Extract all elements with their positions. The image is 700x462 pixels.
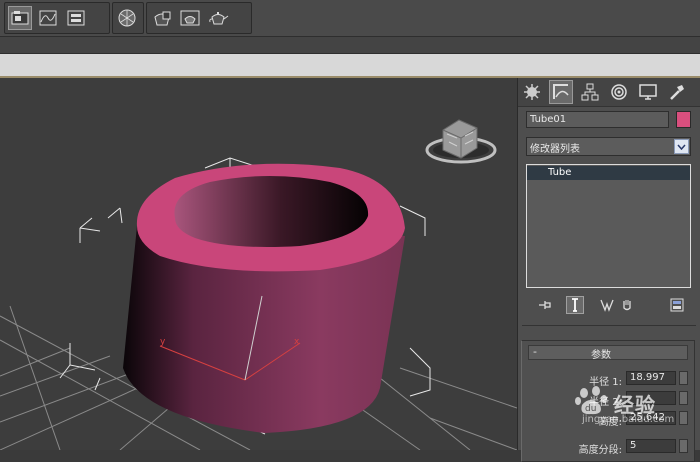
- baidu-watermark: du 经验 jingyan.baidu.com: [572, 383, 698, 427]
- stack-item-tube[interactable]: Tube: [527, 166, 690, 180]
- toolbar-group-3: [146, 2, 252, 34]
- stack-toolbar: [526, 294, 691, 316]
- tube-inner-wall: [174, 176, 369, 247]
- modifier-list-dropdown[interactable]: 修改器列表: [526, 137, 691, 156]
- height-segments-spinner[interactable]: [679, 439, 688, 453]
- modify-tab-icon[interactable]: [549, 80, 573, 104]
- remove-modifier-icon[interactable]: [618, 296, 636, 314]
- make-unique-icon[interactable]: [598, 296, 616, 314]
- render-setup-icon[interactable]: [150, 6, 174, 30]
- explorer-icon[interactable]: [8, 6, 32, 30]
- material-editor-icon[interactable]: [115, 6, 139, 30]
- gizmo-x-label: x: [294, 337, 300, 347]
- chevron-down-icon[interactable]: [674, 139, 689, 154]
- watermark-url: jingyan.baidu.com: [582, 414, 675, 425]
- modifier-stack[interactable]: Tube: [526, 164, 691, 288]
- modifier-list-label: 修改器列表: [530, 144, 580, 155]
- main-toolbar: [0, 0, 700, 37]
- object-name-field[interactable]: [526, 111, 669, 128]
- ribbon-bar: [0, 54, 700, 78]
- height-segments-field[interactable]: 5: [626, 439, 676, 453]
- render-teapot-icon[interactable]: [206, 6, 230, 30]
- create-tab-icon[interactable]: [520, 80, 544, 104]
- collapse-icon[interactable]: -: [533, 345, 537, 358]
- parameters-rollout-header[interactable]: - 参数: [528, 345, 688, 361]
- svg-text:du: du: [585, 404, 596, 414]
- display-tab-icon[interactable]: [636, 80, 660, 104]
- rollout-title: 参数: [591, 350, 611, 361]
- show-end-result-icon[interactable]: [566, 296, 584, 314]
- schematic-view-icon[interactable]: [64, 6, 88, 30]
- curve-editor-icon[interactable]: [36, 6, 60, 30]
- menu-strip: [0, 37, 700, 54]
- hierarchy-tab-icon[interactable]: [578, 80, 602, 104]
- rendered-frame-icon[interactable]: [178, 6, 202, 30]
- view-cube: [425, 119, 497, 164]
- motion-tab-icon[interactable]: [607, 80, 631, 104]
- utilities-tab-icon[interactable]: [665, 80, 689, 104]
- configure-modifier-sets-icon[interactable]: [668, 296, 686, 314]
- viewport-scene: y x: [0, 119, 517, 450]
- stack-item-label: Tube: [548, 167, 572, 178]
- pin-stack-icon[interactable]: [536, 296, 554, 314]
- paw-logo-icon: du: [575, 386, 607, 415]
- panel-divider: [522, 325, 696, 326]
- param-row-height-segments: 高度分段: 5: [528, 439, 688, 456]
- toolbar-group-1: [4, 2, 110, 34]
- gizmo-y-label: y: [160, 337, 166, 347]
- perspective-viewport[interactable]: y x: [0, 78, 518, 450]
- command-panel-tabs: [518, 78, 700, 107]
- toolbar-group-2: [112, 2, 144, 34]
- param-label: 高度分段:: [578, 445, 622, 456]
- object-color-swatch[interactable]: [676, 111, 691, 128]
